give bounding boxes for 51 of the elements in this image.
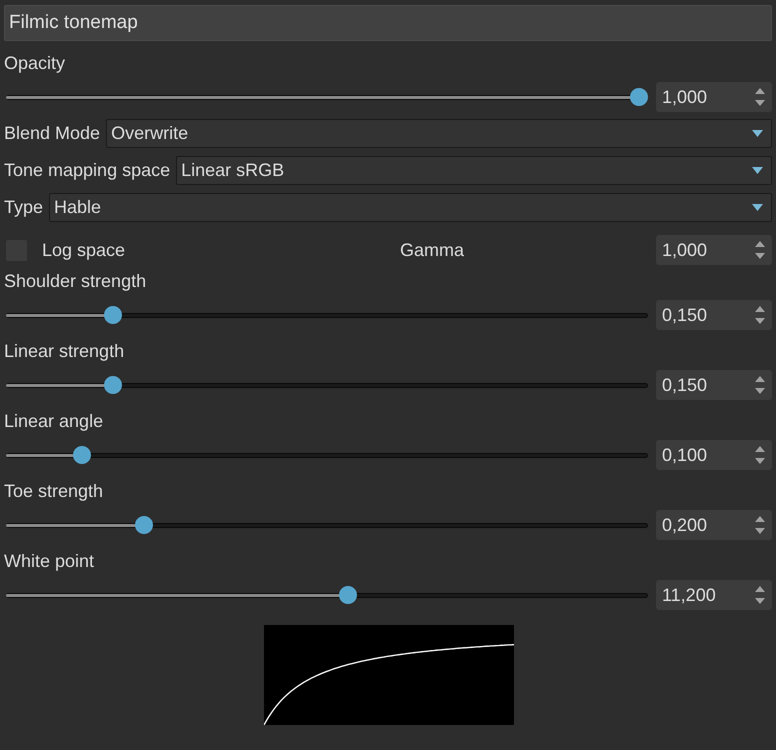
number-field[interactable]: 1,000 <box>656 82 772 112</box>
slider-track[interactable] <box>6 586 648 604</box>
slider-thumb[interactable] <box>630 88 648 106</box>
slider-thumb[interactable] <box>135 516 154 534</box>
slider-label: Opacity <box>3 52 66 74</box>
stepper-icon[interactable] <box>754 515 766 535</box>
slider-label: Linear strength <box>3 340 124 362</box>
slider-thumb[interactable] <box>72 446 91 464</box>
slider-track[interactable] <box>6 306 648 324</box>
caret-icon <box>752 167 763 174</box>
dropdown-label: Blend Mode <box>3 122 100 145</box>
gamma-label: Gamma <box>400 238 466 262</box>
stepper-icon[interactable] <box>754 87 766 107</box>
number-value: 1,000 <box>662 86 708 108</box>
stepper-icon[interactable] <box>754 240 766 260</box>
slider-thumb[interactable] <box>338 586 357 604</box>
caret-icon <box>752 204 763 211</box>
stepper-icon[interactable] <box>754 585 766 605</box>
dropdown-label: Type <box>3 196 44 219</box>
caret-icon <box>752 130 763 137</box>
slider-label: Shoulder strength <box>3 270 146 292</box>
slider-track[interactable] <box>6 516 648 534</box>
number-field[interactable]: 0,150 <box>656 370 772 400</box>
number-value: 0,200 <box>662 514 708 536</box>
dropdown-label: Tone mapping space <box>3 159 170 182</box>
dropdown[interactable]: Hable <box>49 193 772 222</box>
slider-label: Linear angle <box>3 410 104 432</box>
slider-thumb[interactable] <box>104 306 122 324</box>
panel-title: Filmic tonemap <box>4 5 772 41</box>
slider-track[interactable] <box>6 88 648 106</box>
slider-label: Toe strength <box>3 480 104 502</box>
number-field[interactable]: 11,200 <box>656 580 772 610</box>
number-value: 11,200 <box>662 584 716 606</box>
number-field[interactable]: 0,100 <box>656 440 772 470</box>
number-value: 0,150 <box>662 304 708 326</box>
number-value: 1,000 <box>662 238 708 262</box>
number-field[interactable]: 0,200 <box>656 510 772 540</box>
stepper-icon[interactable] <box>754 375 766 395</box>
number-field[interactable]: 1,000 <box>656 235 772 265</box>
stepper-icon[interactable] <box>754 445 766 465</box>
checkbox-label: Log space <box>42 238 126 262</box>
number-value: 0,100 <box>662 444 708 466</box>
stepper-icon[interactable] <box>754 305 766 325</box>
slider-thumb[interactable] <box>104 376 122 394</box>
dropdown[interactable]: Linear sRGB <box>176 156 772 185</box>
dropdown[interactable]: Overwrite <box>106 119 772 148</box>
slider-track[interactable] <box>6 376 648 394</box>
slider-label: White point <box>3 550 94 572</box>
number-value: 0,150 <box>662 374 708 396</box>
slider-track[interactable] <box>6 446 648 464</box>
number-field[interactable]: 0,150 <box>656 300 772 330</box>
